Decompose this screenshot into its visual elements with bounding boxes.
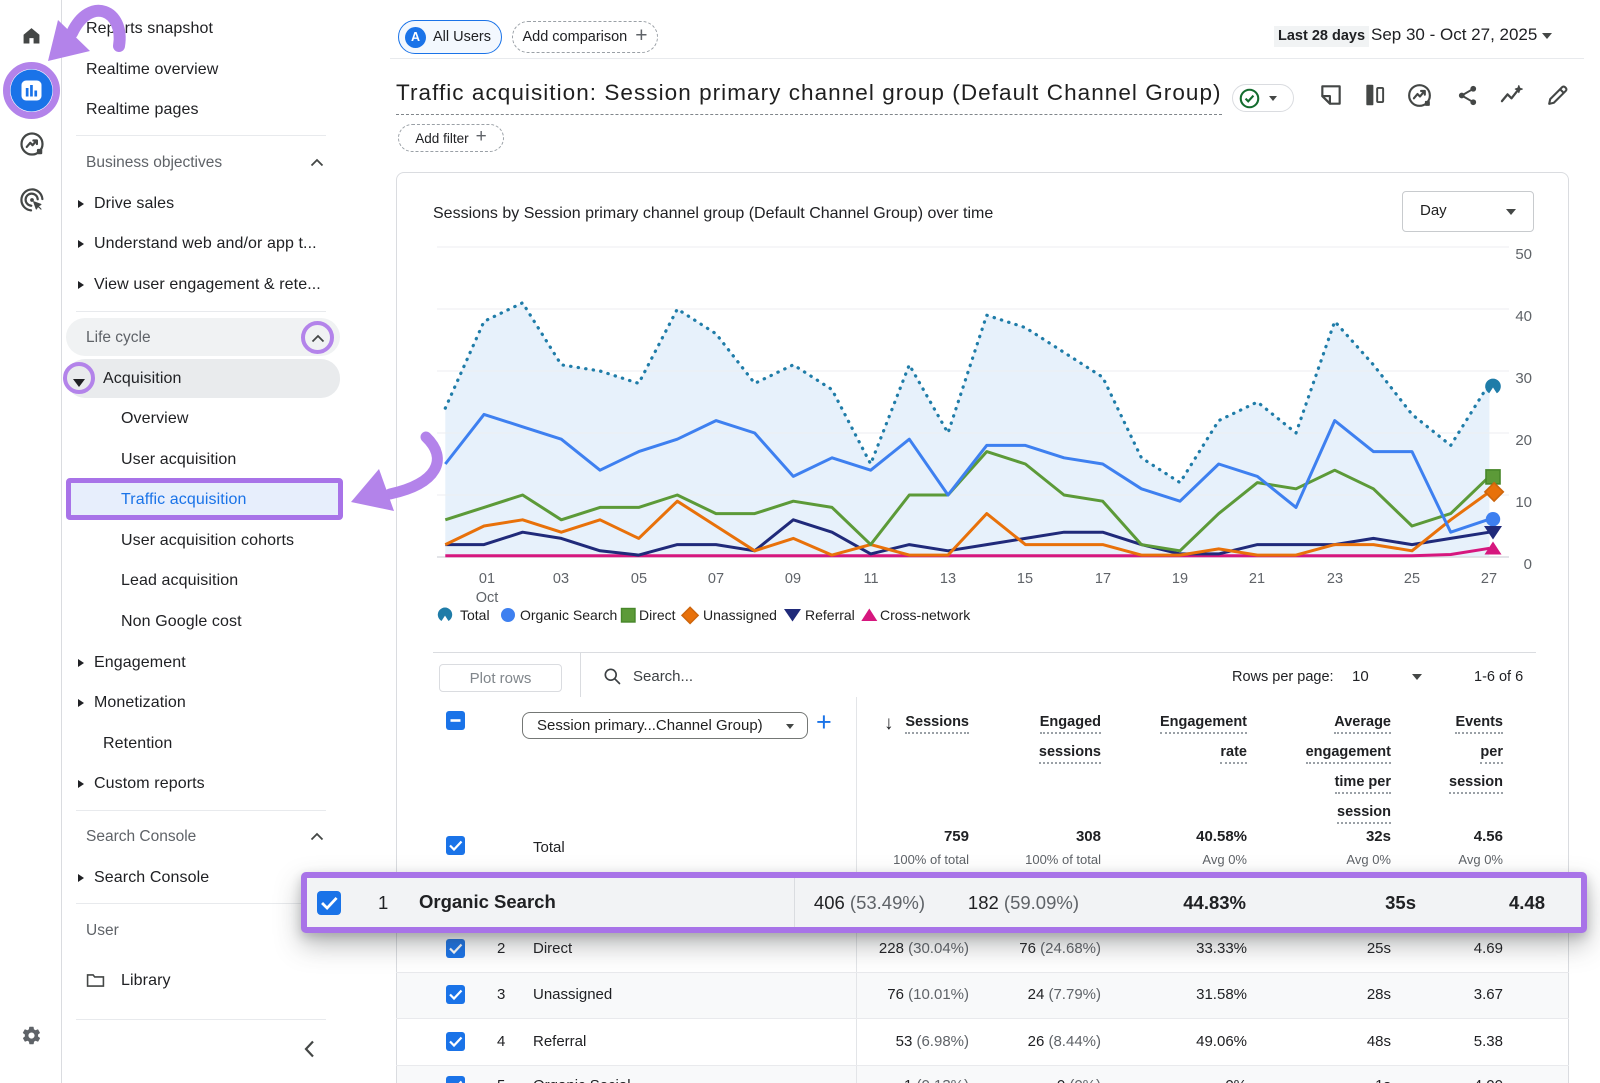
svg-text:01: 01	[479, 571, 495, 587]
svg-text:Cross-network: Cross-network	[880, 607, 971, 623]
svg-text:03: 03	[553, 571, 569, 587]
svg-text:27: 27	[1481, 571, 1497, 587]
svg-text:17: 17	[1095, 571, 1111, 587]
svg-text:15: 15	[1017, 571, 1033, 587]
svg-text:Direct: Direct	[639, 607, 676, 623]
svg-text:07: 07	[708, 571, 724, 587]
svg-text:09: 09	[785, 571, 801, 587]
svg-text:0: 0	[1524, 556, 1532, 573]
svg-text:20: 20	[1515, 432, 1532, 449]
svg-text:Unassigned: Unassigned	[703, 607, 777, 623]
svg-text:05: 05	[631, 571, 647, 587]
svg-text:Organic Search: Organic Search	[520, 607, 617, 623]
svg-text:23: 23	[1327, 571, 1343, 587]
svg-text:21: 21	[1249, 571, 1265, 587]
svg-text:Total: Total	[460, 607, 490, 623]
svg-text:50: 50	[1515, 246, 1532, 263]
svg-text:19: 19	[1172, 571, 1188, 587]
svg-text:40: 40	[1515, 308, 1532, 325]
svg-text:10: 10	[1515, 494, 1532, 511]
svg-text:11: 11	[863, 571, 878, 587]
svg-text:30: 30	[1515, 370, 1532, 387]
svg-text:25: 25	[1404, 571, 1420, 587]
svg-text:Referral: Referral	[805, 607, 855, 623]
svg-text:13: 13	[940, 571, 956, 587]
